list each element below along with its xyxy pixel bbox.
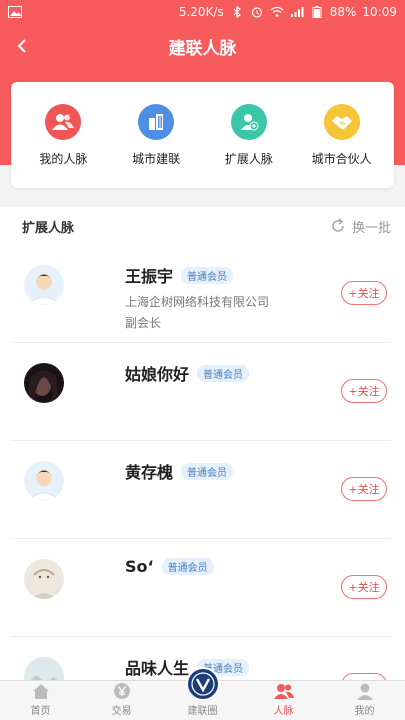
- member-badge: 普通会员: [181, 462, 234, 480]
- tab-home[interactable]: 首页: [0, 681, 81, 720]
- member-badge: 普通会员: [161, 558, 214, 575]
- menu-item-city-network[interactable]: 城市建联: [113, 103, 199, 167]
- person-name: 黄存槐: [125, 463, 174, 482]
- person-name: 姑娘你好: [125, 365, 190, 384]
- menu-label: 扩展人脉: [224, 151, 273, 166]
- back-button[interactable]: [10, 34, 34, 58]
- section-title: 扩展人脉: [22, 220, 75, 236]
- tab-trade[interactable]: 交易: [81, 681, 162, 720]
- doll-avatar: [24, 559, 64, 599]
- battery-icon: [312, 6, 322, 18]
- menu-item-city-partner[interactable]: 城市合伙人: [299, 103, 385, 167]
- image-notification-icon: [8, 6, 22, 18]
- yen-icon: [112, 682, 132, 700]
- tab-network-circle[interactable]: 建联圈: [162, 667, 243, 720]
- tab-label: 我的: [354, 706, 375, 717]
- expand-contacts-list: 扩展人脉 换一批 王振宇 普通会员 上海企树网络科技有限公司 副会长 +关注 姑…: [0, 207, 405, 680]
- follow-button[interactable]: +关注: [341, 673, 387, 680]
- list-item[interactable]: 黄存槐 普通会员 +关注: [10, 441, 391, 539]
- person-name: 王振宇: [125, 267, 174, 286]
- people-icon: [45, 103, 82, 140]
- tab-label: 建联圈: [187, 706, 218, 717]
- building-icon: [138, 103, 175, 140]
- refresh-label: 换一批: [351, 220, 391, 236]
- list-item[interactable]: 王振宇 普通会员 上海企树网络科技有限公司 副会长 +关注: [10, 245, 391, 343]
- battery-level: 88%: [329, 5, 357, 19]
- logo-icon: [185, 667, 220, 701]
- person-company: 上海企树网络科技有限公司: [125, 295, 270, 309]
- alarm-icon: [251, 7, 262, 18]
- bottom-tab-bar: 首页 交易 建联圈 人脉 我的: [0, 667, 405, 720]
- list-item[interactable]: So‘ 普通会员 +关注: [10, 539, 391, 637]
- menu-label: 城市合伙人: [311, 151, 372, 166]
- name-line: 王振宇 普通会员: [125, 263, 234, 287]
- member-badge: 普通会员: [197, 364, 250, 382]
- home-icon: [31, 682, 51, 700]
- navigation-bar: 建联人脉: [0, 24, 405, 68]
- tab-label: 首页: [30, 706, 51, 717]
- default-avatar: [24, 461, 64, 501]
- tab-label: 人脉: [273, 706, 294, 717]
- person-position: 副会长: [125, 316, 162, 330]
- list-item[interactable]: 姑娘你好 普通会员 +关注: [10, 343, 391, 441]
- follow-button[interactable]: +关注: [341, 575, 387, 599]
- name-line: 姑娘你好 普通会员: [125, 361, 250, 385]
- menu-item-expand-contacts[interactable]: 扩展人脉: [206, 103, 292, 167]
- refresh-button[interactable]: 换一批: [330, 217, 391, 236]
- person-name: So‘: [125, 557, 154, 576]
- follow-button[interactable]: +关注: [341, 281, 387, 305]
- menu-item-my-contacts[interactable]: 我的人脉: [20, 103, 106, 167]
- bluetooth-icon: [233, 6, 241, 18]
- tab-mine[interactable]: 我的: [324, 681, 405, 720]
- member-badge: 普通会员: [181, 266, 234, 284]
- wifi-icon: [270, 6, 284, 17]
- add-user-icon: [230, 103, 267, 140]
- user-icon: [355, 682, 375, 700]
- feature-menu: 我的人脉 城市建联 扩展人脉 城市合伙人: [11, 82, 394, 188]
- menu-label: 我的人脉: [39, 151, 88, 166]
- default-avatar: [24, 265, 64, 305]
- tab-label: 交易: [111, 706, 132, 717]
- name-line: 黄存槐 普通会员: [125, 459, 234, 483]
- menu-label: 城市建联: [132, 151, 181, 166]
- page-title: 建联人脉: [168, 38, 237, 59]
- signal-icon: [290, 7, 304, 17]
- name-line: So‘ 普通会员: [125, 557, 214, 576]
- landscape-avatar: [24, 657, 64, 680]
- contacts-icon: [273, 682, 294, 700]
- chevron-left-icon: [17, 39, 26, 53]
- list-header: 扩展人脉 换一批: [0, 207, 405, 245]
- tab-contacts[interactable]: 人脉: [243, 681, 324, 720]
- photo-avatar: [24, 363, 64, 403]
- status-bar: 5.20K/s 88% 10:09: [0, 0, 405, 24]
- follow-button[interactable]: +关注: [341, 477, 387, 501]
- follow-button[interactable]: +关注: [341, 379, 387, 403]
- clock: 10:09: [362, 5, 397, 19]
- person-name: 品味人生: [125, 659, 190, 678]
- handshake-icon: [323, 103, 360, 140]
- refresh-icon: [332, 218, 344, 232]
- network-speed: 5.20K/s: [178, 5, 224, 19]
